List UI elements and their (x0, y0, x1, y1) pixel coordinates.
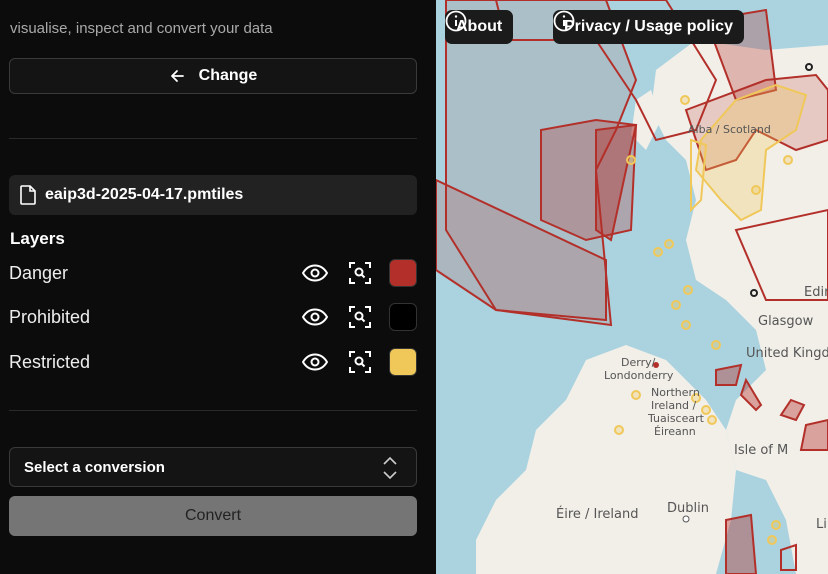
layer-row-restricted: Restricted (9, 347, 417, 377)
map-label-li: Li (816, 517, 827, 532)
eye-icon[interactable] (301, 303, 329, 331)
zoom-to-layer-icon[interactable] (346, 348, 374, 376)
divider (9, 138, 417, 139)
map-label-ireland-ni: Ireland / (651, 399, 697, 412)
convert-button[interactable]: Convert (9, 496, 417, 536)
map-label-eire: Éire / Ireland (556, 506, 639, 522)
layers-title: Layers (10, 229, 65, 248)
map-label-edinburgh: Edin (804, 285, 828, 300)
conversion-select[interactable]: Select a conversion (9, 447, 417, 487)
map-view[interactable]: Alba / Scotland Glasgow Edin United King… (436, 0, 828, 574)
change-button[interactable]: Change (9, 58, 417, 94)
color-swatch[interactable] (389, 348, 417, 376)
color-swatch[interactable] (389, 303, 417, 331)
map-label-glasgow: Glasgow (758, 314, 814, 329)
map-label-alba: Alba / Scotland (688, 123, 771, 136)
conversion-select-value: Select a conversion (24, 458, 165, 476)
chevron-up-down-icon (383, 456, 397, 480)
file-info: eaip3d-2025-04-17.pmtiles (9, 175, 417, 215)
file-icon (20, 185, 36, 205)
layer-row-prohibited: Prohibited (9, 302, 417, 332)
privacy-policy-button[interactable]: Privacy / Usage policy (553, 10, 744, 44)
map-label-dublin: Dublin (667, 501, 709, 516)
map-label-tuaisceart: Tuaisceart (647, 412, 705, 425)
about-button[interactable]: About (445, 10, 514, 44)
map-label-uk: United Kingd (746, 346, 828, 361)
map-label-northern: Northern (651, 386, 700, 399)
sidebar: visualise, inspect and convert your data… (0, 0, 436, 574)
color-swatch[interactable] (389, 259, 417, 287)
file-name: eaip3d-2025-04-17.pmtiles (45, 186, 244, 203)
map-label-derry: Derry/ (621, 356, 656, 369)
map-label-londonderry: Londonderry (604, 369, 674, 382)
zoom-to-layer-icon[interactable] (346, 303, 374, 331)
info-icon (445, 10, 467, 32)
eye-icon[interactable] (301, 348, 329, 376)
eye-icon[interactable] (301, 259, 329, 287)
tagline: visualise, inspect and convert your data (10, 20, 273, 37)
map-canvas[interactable]: Alba / Scotland Glasgow Edin United King… (436, 0, 828, 574)
zoom-to-layer-icon[interactable] (346, 259, 374, 287)
arrow-left-icon (170, 70, 184, 82)
divider (9, 410, 417, 411)
layer-row-danger: Danger (9, 258, 417, 288)
privacy-label: Privacy / Usage policy (564, 18, 733, 35)
map-label-eireann: Éireann (654, 425, 696, 438)
info-icon (553, 10, 575, 32)
map-label-isle: Isle of M (734, 443, 788, 458)
change-label: Change (198, 67, 258, 84)
